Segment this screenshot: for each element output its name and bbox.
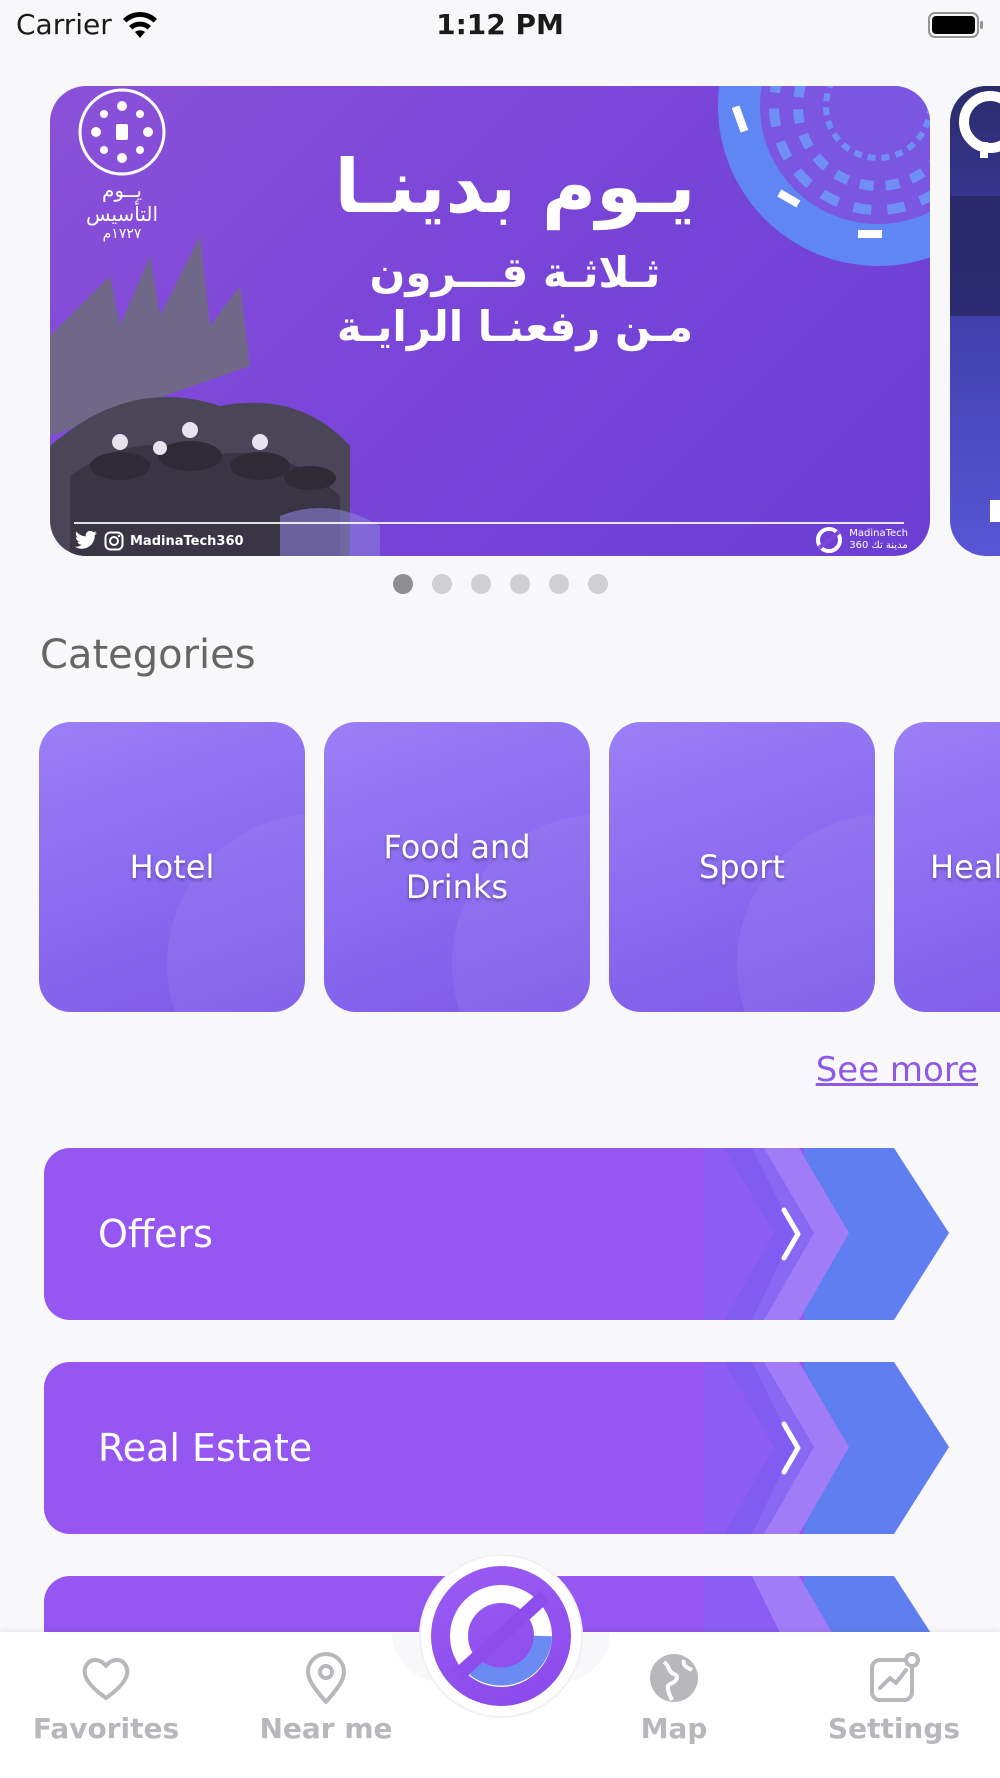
clock: 1:12 PM <box>436 8 564 41</box>
home-center-button[interactable] <box>421 1556 581 1716</box>
category-card-health[interactable]: Heal <box>894 722 1000 1012</box>
emblem-seal-icon <box>78 88 166 176</box>
banner-slide[interactable]: يــوم التأسيس ١٧٢٧م يـوم بدينـا ثـلاثـة … <box>50 86 930 556</box>
chevron-arrow-graphic <box>704 1148 949 1320</box>
category-label: Hotel <box>129 848 215 886</box>
banner-social-row: MadinaTech360 <box>74 528 244 554</box>
page-dot-6[interactable] <box>587 574 608 594</box>
tab-label: Settings <box>827 1712 961 1745</box>
location-pin-icon <box>306 1652 346 1704</box>
tab-near-me[interactable]: Near me <box>236 1650 416 1745</box>
tab-label: Near me <box>259 1712 393 1745</box>
chevron-arrow-graphic <box>704 1362 949 1534</box>
real-estate-banner[interactable]: Real Estate <box>44 1362 954 1534</box>
status-bar: Carrier 1:12 PM <box>0 0 1000 52</box>
twitter-icon <box>75 531 97 549</box>
banner-brand: MadinaTech مدينة تك 360 <box>815 526 908 554</box>
brand-name: MadinaTech <box>849 528 908 539</box>
battery-icon <box>928 12 983 38</box>
pattern-ring-graphic <box>718 86 930 266</box>
tab-label: Map <box>640 1712 708 1745</box>
offers-banner[interactable]: Offers <box>44 1148 954 1320</box>
globe-icon <box>650 1654 698 1702</box>
page-dot-3[interactable] <box>470 574 491 594</box>
category-label: Heal <box>930 848 1000 886</box>
page-dot-5[interactable] <box>548 574 569 594</box>
category-card-hotel[interactable]: Hotel <box>39 722 305 1012</box>
category-label: Food and Drinks <box>383 828 531 906</box>
heart-icon <box>82 1658 130 1700</box>
banner-subline-1: ثـلاثـة قـــرون <box>369 248 661 297</box>
categories-list[interactable]: Hotel Food and Drinks Sport Heal <box>0 722 1000 1012</box>
banner-slide-next[interactable] <box>950 86 1000 556</box>
tab-map[interactable]: Map <box>584 1650 764 1745</box>
center-button-fill <box>431 1566 571 1706</box>
banner-headline: يـوم بدينـا <box>334 144 696 230</box>
page-dot-2[interactable] <box>431 574 452 594</box>
category-label: Sport <box>699 848 785 886</box>
brand-name-arabic: مدينة تك 360 <box>849 540 908 551</box>
banner-carousel[interactable]: يــوم التأسيس ١٧٢٧م يـوم بدينـا ثـلاثـة … <box>0 86 1000 556</box>
social-handle: MadinaTech360 <box>130 533 244 549</box>
carousel-page-indicator[interactable] <box>0 574 1000 594</box>
tab-favorites[interactable]: Favorites <box>16 1650 196 1745</box>
instagram-icon <box>104 531 124 551</box>
categories-title: Categories <box>40 632 256 678</box>
banner-divider <box>74 522 904 524</box>
next-slide-preview <box>950 91 1000 522</box>
madinatech-logo-icon <box>816 527 843 553</box>
real-estate-label: Real Estate <box>98 1426 313 1470</box>
category-card-sport[interactable]: Sport <box>609 722 875 1012</box>
page-dot-1[interactable] <box>392 574 413 594</box>
app-logo-icon <box>450 1585 552 1687</box>
card-decoration <box>737 814 875 1012</box>
banner-subline-2: مـن رفعنـا الرايـة <box>336 302 694 351</box>
tab-label: Favorites <box>32 1712 180 1745</box>
category-card-food-and-drinks[interactable]: Food and Drinks <box>324 722 590 1012</box>
see-more-link[interactable]: See more <box>816 1050 978 1090</box>
analytics-chart-icon <box>870 1652 920 1702</box>
page-dot-4[interactable] <box>509 574 530 594</box>
card-decoration <box>167 814 305 1012</box>
tab-settings[interactable]: Settings <box>804 1650 984 1745</box>
offers-label: Offers <box>98 1212 213 1256</box>
